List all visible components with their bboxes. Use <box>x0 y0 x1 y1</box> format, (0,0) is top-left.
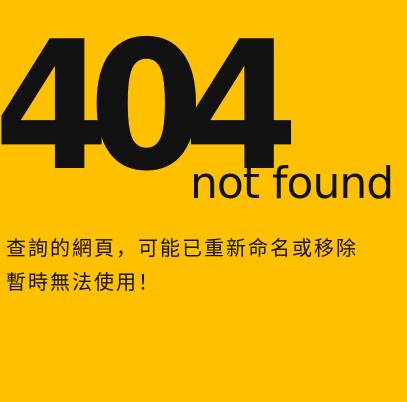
error-subtitle: not found <box>190 158 394 209</box>
error-message-line-2: 暫時無法使用！ <box>6 270 160 294</box>
error-page: 404 not found 查詢的網頁，可能已重新命名或移除 暫時無法使用！ <box>0 0 407 402</box>
error-message: 查詢的網頁，可能已重新命名或移除 暫時無法使用！ <box>6 231 401 299</box>
error-message-line-1: 查詢的網頁，可能已重新命名或移除 <box>6 236 358 260</box>
